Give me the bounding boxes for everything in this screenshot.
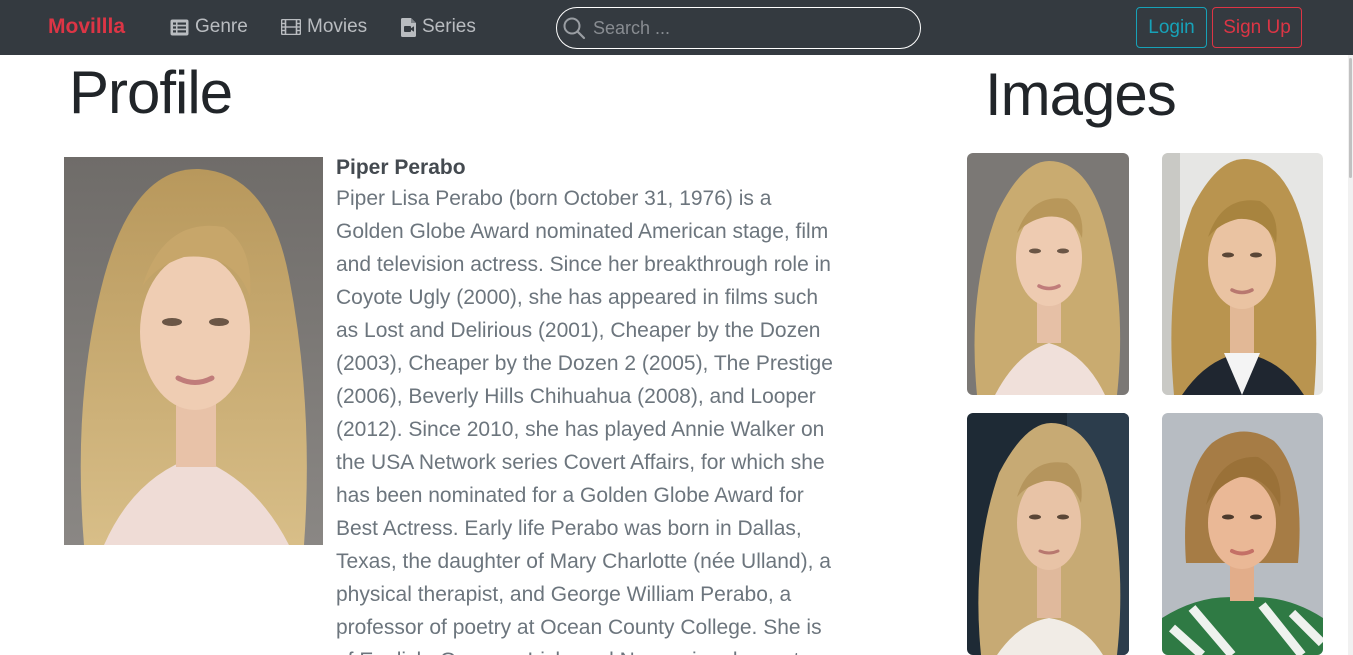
top-navbar: Movillla Genre Movies Series Search ... … [0, 0, 1353, 55]
biography-text: Piper Lisa Perabo (born October 31, 1976… [336, 187, 833, 655]
nav-movies[interactable]: Movies [281, 16, 367, 38]
search-input[interactable] [593, 13, 920, 43]
images-heading: Images [985, 61, 1177, 128]
gallery-image-3[interactable] [967, 413, 1129, 655]
signup-button[interactable]: Sign Up [1212, 7, 1302, 48]
profile-heading: Profile [69, 59, 233, 126]
page-scrollbar-thumb[interactable] [1349, 58, 1352, 178]
nav-series[interactable]: Series [401, 16, 476, 38]
nav-series-label: Series [422, 16, 476, 37]
gallery-image-1[interactable] [967, 153, 1129, 395]
nav-genre-label: Genre [195, 16, 248, 37]
nav-movies-label: Movies [307, 16, 368, 37]
login-button[interactable]: Login [1136, 7, 1207, 48]
gallery-image-2-photo [1162, 153, 1323, 395]
nav-genre[interactable]: Genre [170, 16, 248, 38]
gallery-image-1-photo [967, 153, 1129, 395]
list-icon [170, 19, 189, 35]
gallery-image-4[interactable] [1162, 413, 1323, 655]
film-icon [281, 19, 301, 35]
tv-file-icon [401, 17, 416, 37]
person-name: Piper Perabo [336, 156, 466, 179]
profile-bio: Piper Perabo Piper Lisa Perabo (born Oct… [336, 154, 836, 655]
search-bar[interactable] [556, 7, 921, 49]
profile-photo [64, 157, 323, 545]
gallery-image-3-photo [967, 413, 1129, 655]
search-icon [563, 17, 586, 40]
profile-photo-image [64, 157, 323, 545]
gallery-image-2[interactable] [1162, 153, 1323, 395]
gallery-image-4-photo [1162, 413, 1323, 655]
brand-logo[interactable]: Movillla [48, 15, 125, 39]
